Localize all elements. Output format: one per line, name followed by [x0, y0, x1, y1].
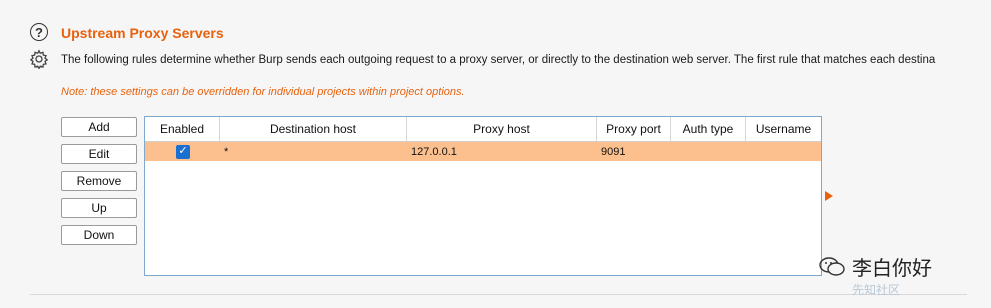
- wechat-icon: [819, 256, 845, 276]
- help-icon[interactable]: ?: [30, 23, 48, 41]
- settings-note: Note: these settings can be overridden f…: [61, 86, 465, 98]
- proxy-rules-table: Enabled Destination host Proxy host Prox…: [144, 116, 822, 276]
- column-header-proxy-host[interactable]: Proxy host: [407, 117, 597, 141]
- section-divider: [30, 294, 967, 295]
- watermark: 李白你好: [818, 252, 932, 281]
- up-button[interactable]: Up: [61, 198, 137, 218]
- column-header-proxy-port[interactable]: Proxy port: [597, 117, 671, 141]
- column-header-destination-host[interactable]: Destination host: [220, 117, 407, 141]
- table-header: Enabled Destination host Proxy host Prox…: [145, 117, 821, 142]
- column-header-username[interactable]: Username: [746, 117, 821, 141]
- gear-icon[interactable]: [29, 49, 49, 69]
- edit-button[interactable]: Edit: [61, 144, 137, 164]
- enabled-checkbox[interactable]: ✓: [176, 144, 190, 159]
- expand-arrow-icon[interactable]: [825, 191, 833, 201]
- section-description: The following rules determine whether Bu…: [61, 54, 936, 66]
- down-button[interactable]: Down: [61, 225, 137, 245]
- section-title: Upstream Proxy Servers: [61, 25, 224, 41]
- proxy-port-cell: 9091: [601, 145, 626, 158]
- add-button[interactable]: Add: [61, 117, 137, 137]
- table-row[interactable]: ✓ * 127.0.0.1 9091: [145, 142, 821, 161]
- watermark-subtext: 先知社区: [852, 283, 901, 297]
- watermark-text: 李白你好: [852, 258, 932, 280]
- column-header-enabled[interactable]: Enabled: [145, 117, 220, 141]
- destination-host-cell: *: [224, 145, 229, 158]
- remove-button[interactable]: Remove: [61, 171, 137, 191]
- column-header-auth-type[interactable]: Auth type: [671, 117, 746, 141]
- proxy-host-cell: 127.0.0.1: [411, 145, 457, 158]
- enabled-cell: ✓: [145, 144, 220, 159]
